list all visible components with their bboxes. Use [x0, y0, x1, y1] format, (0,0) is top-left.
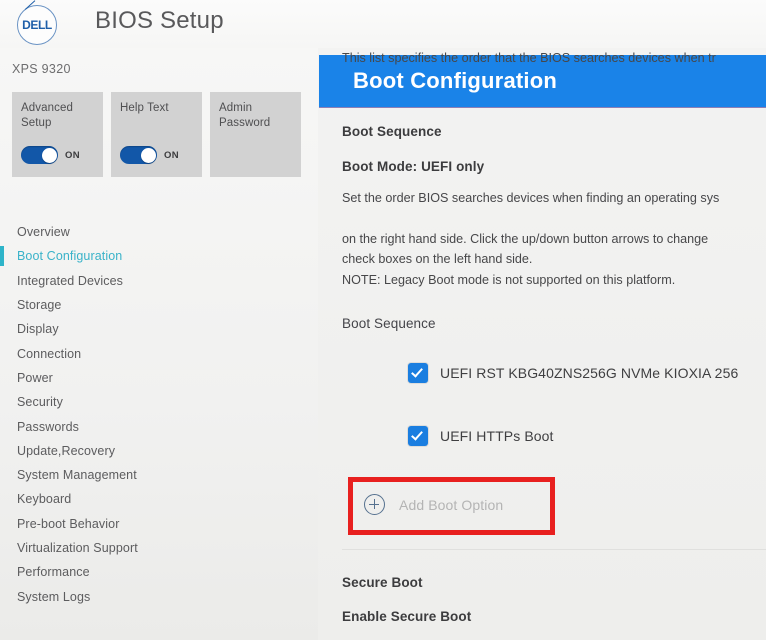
- sidebar-item-label: Display: [17, 322, 59, 337]
- description-note: NOTE: Legacy Boot mode is not supported …: [342, 273, 676, 287]
- description-line-2: This list specifies the order that the B…: [342, 51, 716, 65]
- boot-entry-row[interactable]: UEFI RST KBG40ZNS256G NVMe KIOXIA 256: [408, 363, 738, 383]
- sidebar-item-label: Integrated Devices: [17, 273, 124, 288]
- sidebar-item-label: System Logs: [17, 589, 91, 604]
- sidebar-item-connection[interactable]: Connection: [0, 341, 318, 365]
- sidebar-item-label: Performance: [17, 565, 90, 580]
- secure-boot-heading: Secure Boot: [342, 575, 423, 590]
- check-tick: [411, 428, 423, 441]
- sidebar-item-system-logs[interactable]: System Logs: [0, 584, 318, 608]
- sidebar-item-label: Virtualization Support: [17, 541, 138, 555]
- boot-mode-label: Boot Mode: UEFI only: [342, 159, 485, 174]
- sidebar-item-pre-boot-behavior[interactable]: Pre-boot Behavior: [0, 512, 318, 536]
- add-boot-option-label: Add Boot Option: [399, 496, 504, 513]
- sidebar-nav: Overview Boot Configuration Integrated D…: [0, 220, 318, 609]
- check-tick: [411, 365, 423, 378]
- description-line-4: check boxes on the left hand side.: [342, 252, 533, 266]
- section-divider: [342, 549, 766, 550]
- add-boot-option-button[interactable]: Add Boot Option: [364, 494, 503, 515]
- sidebar-item-integrated-devices[interactable]: Integrated Devices: [0, 269, 318, 293]
- toggle-switch-icon[interactable]: [120, 146, 157, 164]
- boot-entry-row[interactable]: UEFI HTTPs Boot: [408, 426, 554, 446]
- main-content: Boot Configuration Boot Sequence Boot Mo…: [318, 48, 766, 640]
- sidebar-item-label: Storage: [17, 298, 62, 313]
- dell-logo-text: DELL: [22, 18, 52, 32]
- sidebar-item-passwords[interactable]: Passwords: [0, 414, 318, 438]
- card-label: Advanced Setup: [21, 102, 73, 129]
- page-title: BIOS Setup: [95, 7, 224, 34]
- section-banner-title: Boot Configuration: [353, 68, 557, 93]
- sidebar-item-power[interactable]: Power: [0, 366, 318, 390]
- sidebar-item-label: Passwords: [17, 419, 80, 434]
- model-name: XPS 9320: [12, 62, 71, 76]
- sidebar-item-label: System Management: [17, 468, 137, 483]
- sidebar-item-label: Security: [17, 395, 63, 410]
- dell-logo-slash: [25, 0, 43, 18]
- sidebar-item-label: Connection: [17, 346, 82, 361]
- card-advanced-setup[interactable]: Advanced Setup ON: [12, 92, 103, 177]
- sidebar-item-keyboard[interactable]: Keyboard: [0, 487, 318, 511]
- plus-circle-icon: [364, 494, 385, 515]
- sidebar: XPS 9320 Advanced Setup ON Help Text ON …: [0, 48, 318, 640]
- sidebar-item-label: Pre-boot Behavior: [17, 516, 120, 531]
- sidebar-item-label: Update,Recovery: [17, 443, 116, 458]
- sidebar-item-virtualization-support[interactable]: Virtualization Support: [0, 536, 318, 560]
- help-text-toggle[interactable]: ON: [120, 146, 179, 164]
- sidebar-item-label: Keyboard: [17, 492, 72, 507]
- toggle-state-label: ON: [164, 149, 179, 161]
- sidebar-item-display[interactable]: Display: [0, 317, 318, 341]
- boot-entry-label: UEFI HTTPs Boot: [440, 428, 554, 444]
- toggle-knob: [140, 147, 156, 163]
- card-label: Admin Password: [219, 102, 271, 129]
- advanced-setup-toggle[interactable]: ON: [21, 146, 80, 164]
- card-help-text[interactable]: Help Text ON: [111, 92, 202, 177]
- sidebar-item-overview[interactable]: Overview: [0, 220, 318, 244]
- dell-logo-icon: DELL: [17, 0, 57, 45]
- bios-setup-window: DELL BIOS Setup XPS 9320 Advanced Setup …: [0, 0, 766, 640]
- sidebar-item-system-management[interactable]: System Management: [0, 463, 318, 487]
- sidebar-item-boot-configuration[interactable]: Boot Configuration: [0, 244, 318, 268]
- enable-secure-boot-label: Enable Secure Boot: [342, 609, 472, 624]
- description-line-1: Set the order BIOS searches devices when…: [342, 191, 720, 205]
- description-line-3: on the right hand side. Click the up/dow…: [342, 232, 709, 246]
- boot-sequence-heading: Boot Sequence: [342, 124, 442, 139]
- top-bar: DELL BIOS Setup: [0, 0, 766, 48]
- sidebar-item-performance[interactable]: Performance: [0, 560, 318, 584]
- boot-sequence-list-heading: Boot Sequence: [342, 316, 436, 331]
- sidebar-item-security[interactable]: Security: [0, 390, 318, 414]
- sidebar-item-update-recovery[interactable]: Update,Recovery: [0, 439, 318, 463]
- toggle-switch-icon[interactable]: [21, 146, 58, 164]
- sidebar-item-label: Boot Configuration: [17, 249, 123, 264]
- boot-entry-label: UEFI RST KBG40ZNS256G NVMe KIOXIA 256: [440, 365, 739, 381]
- sidebar-item-label: Power: [17, 370, 53, 385]
- checkbox-checked-icon[interactable]: [408, 426, 428, 446]
- quick-settings-cards: Advanced Setup ON Help Text ON Admin Pas…: [12, 92, 301, 177]
- toggle-state-label: ON: [65, 149, 80, 161]
- card-admin-password[interactable]: Admin Password: [210, 92, 301, 177]
- card-label: Help Text: [120, 102, 169, 114]
- sidebar-item-storage[interactable]: Storage: [0, 293, 318, 317]
- toggle-knob: [41, 147, 57, 163]
- checkbox-checked-icon[interactable]: [408, 363, 428, 383]
- sidebar-item-label: Overview: [17, 225, 70, 240]
